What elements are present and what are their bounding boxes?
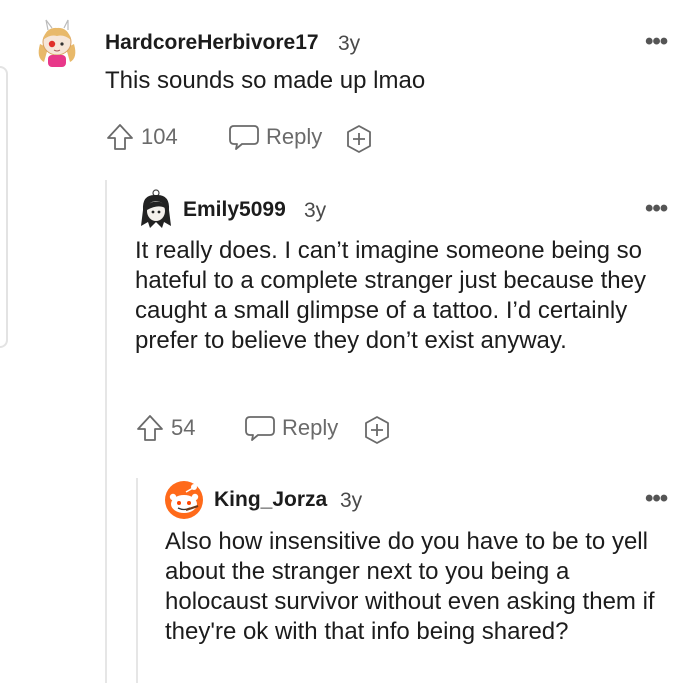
thread-line-level-1[interactable] — [105, 180, 107, 683]
reply-button[interactable]: Reply — [244, 413, 338, 443]
comment-age: 3y — [340, 489, 363, 512]
comment-author[interactable]: Emily5099 — [183, 198, 286, 222]
bunny-girl-avatar-icon[interactable] — [34, 18, 80, 68]
award-button[interactable] — [344, 124, 374, 154]
comment-body: Also how insensitive do you have to be t… — [165, 528, 655, 645]
comment-age: 3y — [304, 199, 327, 222]
dark-hair-avatar-icon[interactable] — [138, 188, 174, 230]
vote-count: 104 — [141, 124, 178, 149]
upvote-arrow-icon — [107, 124, 133, 150]
upvote-button[interactable]: 104 — [105, 122, 178, 152]
award-button[interactable] — [362, 415, 392, 445]
snoo-avatar-icon[interactable] — [164, 480, 204, 520]
comment-body: It really does. I can’t imagine someone … — [135, 237, 646, 354]
more-options-button[interactable]: ••• — [645, 487, 668, 511]
comment-age: 3y — [338, 32, 361, 55]
upvote-button[interactable]: 54 — [135, 413, 195, 443]
speech-bubble-icon — [245, 416, 275, 441]
more-options-button[interactable]: ••• — [645, 197, 668, 221]
award-plus-icon — [365, 416, 389, 444]
more-options-button[interactable]: ••• — [645, 30, 668, 54]
thread-line-level-2[interactable] — [136, 478, 138, 683]
speech-bubble-icon — [229, 125, 259, 150]
comment-body: This sounds so made up lmao — [105, 67, 426, 94]
reply-label: Reply — [282, 415, 339, 440]
upvote-arrow-icon — [137, 415, 163, 441]
comment-author[interactable]: King_Jorza — [214, 488, 327, 512]
reply-label: Reply — [266, 124, 323, 149]
comment-author[interactable]: HardcoreHerbivore17 — [105, 31, 319, 55]
vote-count: 54 — [171, 415, 196, 440]
thread-collapse-bar[interactable] — [0, 66, 8, 348]
reply-button[interactable]: Reply — [228, 122, 322, 152]
award-plus-icon — [347, 125, 371, 153]
